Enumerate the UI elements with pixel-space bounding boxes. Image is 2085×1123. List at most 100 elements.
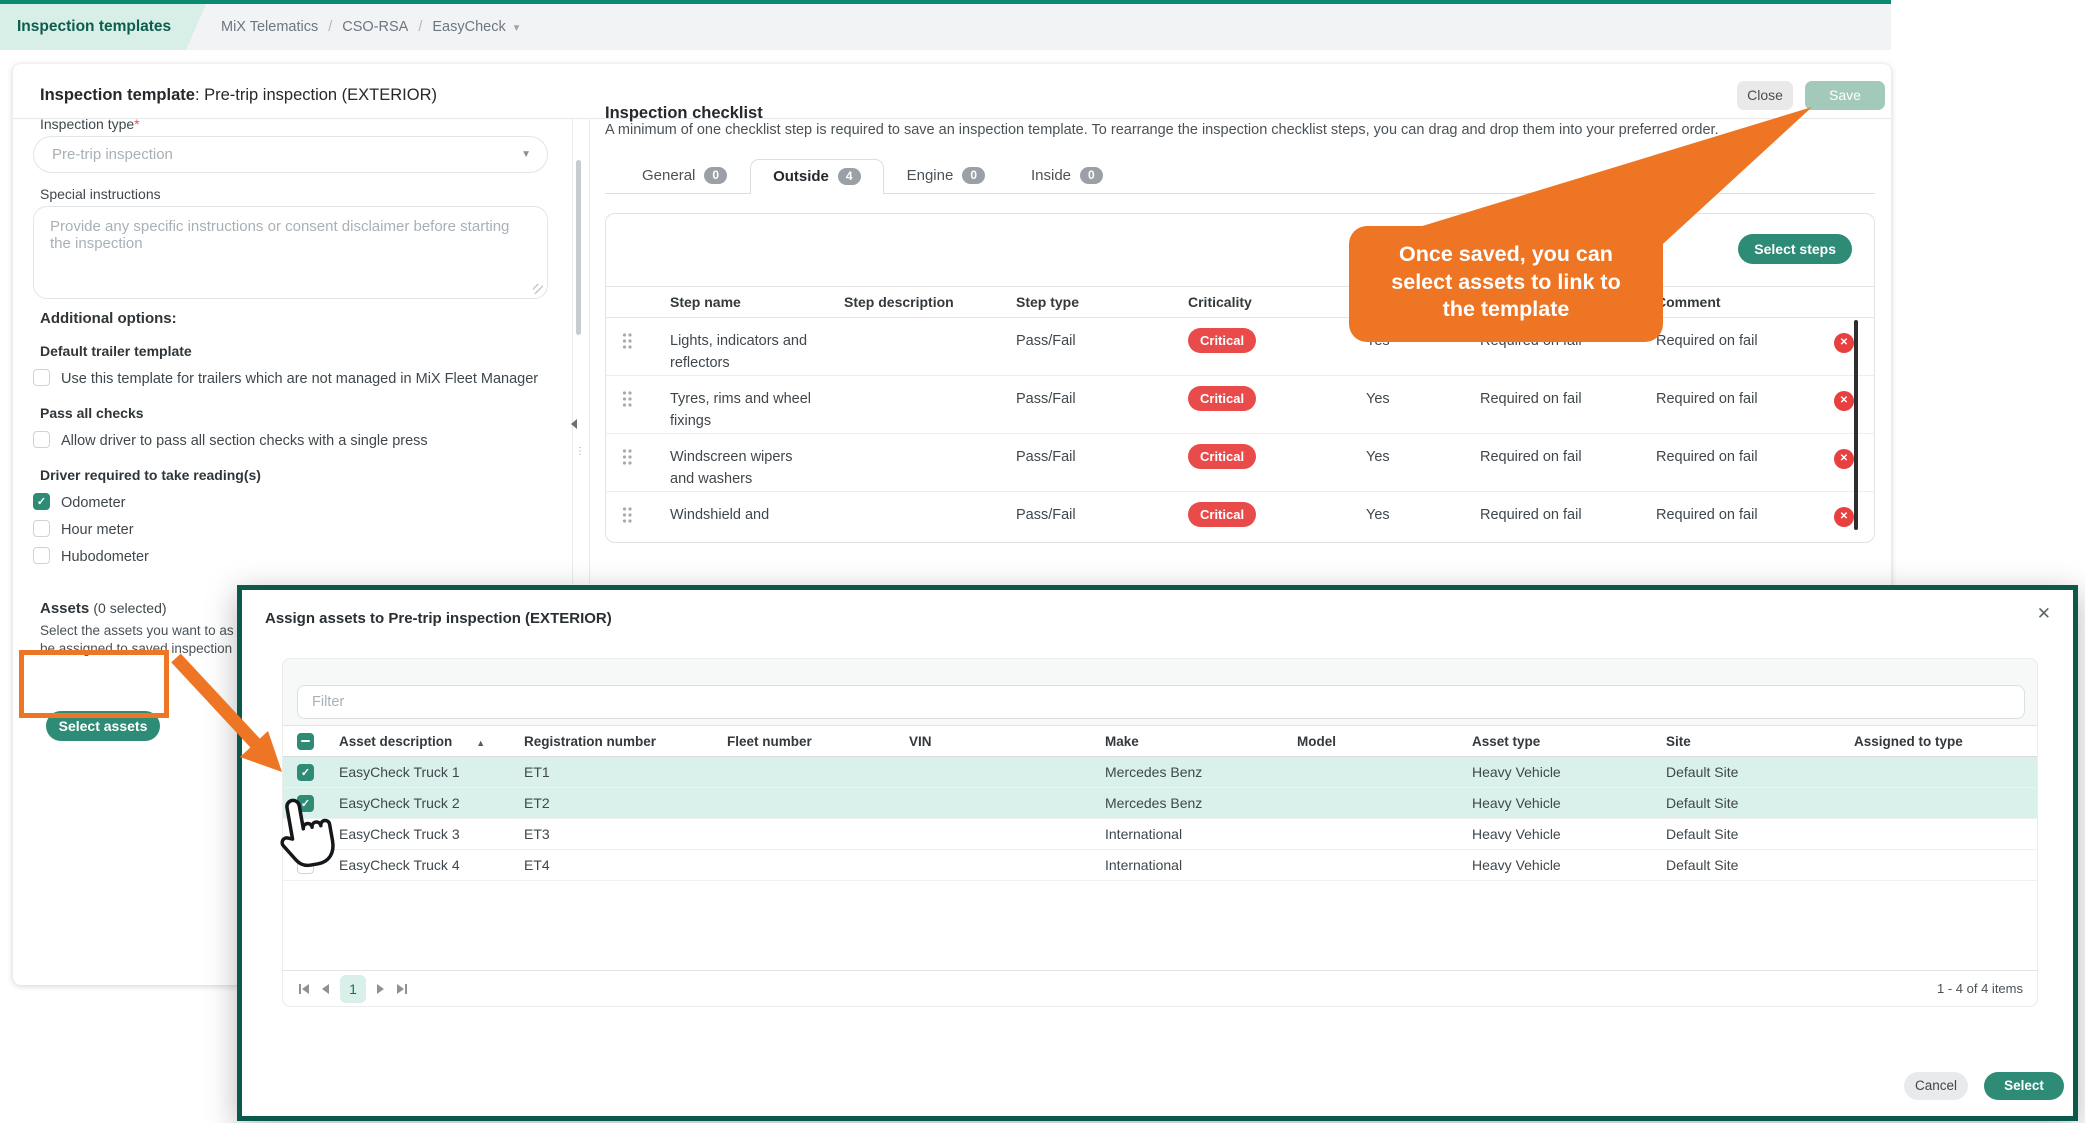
select-steps-button[interactable]: Select steps bbox=[1738, 234, 1852, 264]
checklist-heading: Inspection checklist bbox=[605, 104, 763, 123]
tab-count-badge: 4 bbox=[838, 168, 861, 185]
tab-inspection-templates[interactable]: Inspection templates bbox=[0, 4, 206, 50]
step-name-line: Windshield and bbox=[670, 504, 844, 526]
checkbox-option[interactable]: Hour meter bbox=[33, 520, 551, 540]
close-button[interactable]: Close bbox=[1737, 81, 1793, 110]
asset-row[interactable]: ✓EasyCheck Truck 1ET1Mercedes BenzHeavy … bbox=[283, 757, 2037, 788]
drag-handle-icon[interactable] bbox=[622, 504, 670, 543]
tab-label: General bbox=[642, 167, 695, 184]
comment: Required on fail bbox=[1656, 504, 1834, 543]
tab-general[interactable]: General0 bbox=[619, 158, 750, 193]
asset-cell: EasyCheck Truck 2 bbox=[339, 795, 524, 811]
step-description bbox=[844, 330, 1016, 375]
step-type: Pass/Fail bbox=[1016, 446, 1188, 491]
drag-handle-icon[interactable] bbox=[622, 446, 670, 491]
assets-selected-count: (0 selected) bbox=[93, 600, 166, 616]
mandatory: Yes bbox=[1366, 504, 1480, 543]
breadcrumb-item[interactable]: MiX Telematics bbox=[221, 19, 318, 35]
checklist-description: A minimum of one checklist step is requi… bbox=[605, 122, 1850, 138]
tab-inside[interactable]: Inside0 bbox=[1008, 158, 1126, 193]
column-header-make[interactable]: Make bbox=[1105, 734, 1297, 749]
column-header: Criticality bbox=[1188, 294, 1366, 310]
photo: Required on fail bbox=[1480, 446, 1656, 491]
checkbox-unchecked[interactable] bbox=[33, 369, 50, 386]
breadcrumb-item[interactable]: EasyCheck bbox=[432, 19, 505, 35]
asset-cell: Heavy Vehicle bbox=[1472, 764, 1666, 780]
inspection-type-value: Pre-trip inspection bbox=[52, 146, 173, 163]
table-scrollbar[interactable] bbox=[1854, 320, 1858, 530]
checkbox-option[interactable]: Use this template for trailers which are… bbox=[33, 369, 551, 389]
option-group-heading: Default trailer template bbox=[40, 343, 544, 359]
pagination-page-1[interactable]: 1 bbox=[340, 975, 366, 1003]
column-header-assigned-to-type[interactable]: Assigned to type bbox=[1854, 734, 2039, 749]
step-description bbox=[844, 388, 1016, 433]
tab-outside[interactable]: Outside4 bbox=[750, 159, 884, 194]
asset-cell: ET3 bbox=[524, 826, 727, 842]
pagination-prev-button[interactable] bbox=[320, 980, 331, 998]
checkbox-option[interactable]: ✓Odometer bbox=[33, 493, 551, 513]
column-header-vin[interactable]: VIN bbox=[909, 734, 1105, 749]
inspection-type-select[interactable]: Pre-trip inspection ▼ bbox=[33, 136, 548, 173]
asset-cell: Default Site bbox=[1666, 857, 1854, 873]
pane-drag-handle-icon[interactable]: ⋮ bbox=[575, 449, 585, 454]
delete-step-icon[interactable]: ✕ bbox=[1834, 449, 1854, 469]
pagination-last-button[interactable] bbox=[395, 980, 409, 998]
checklist-table-card: Select steps Step nameStep descriptionSt… bbox=[605, 213, 1875, 543]
pane-divider bbox=[572, 119, 573, 584]
asset-row[interactable]: EasyCheck Truck 3ET3InternationalHeavy V… bbox=[283, 819, 2037, 850]
option-group-heading: Driver required to take reading(s) bbox=[40, 467, 544, 483]
breadcrumb-separator: / bbox=[328, 19, 332, 35]
chevron-down-icon[interactable]: ▾ bbox=[514, 22, 520, 34]
select-button[interactable]: Select bbox=[1984, 1072, 2064, 1100]
select-all-checkbox[interactable] bbox=[297, 733, 314, 750]
checkbox-unchecked[interactable] bbox=[33, 547, 50, 564]
criticality-badge: Critical bbox=[1188, 444, 1256, 469]
column-header-registration-number[interactable]: Registration number bbox=[524, 734, 727, 749]
filter-input[interactable] bbox=[297, 685, 2025, 719]
criticality: Critical bbox=[1188, 504, 1366, 543]
checkbox-label: Use this template for trailers which are… bbox=[61, 369, 538, 389]
delete-step-icon[interactable]: ✕ bbox=[1834, 507, 1854, 527]
checkbox-option[interactable]: Hubodometer bbox=[33, 547, 551, 567]
inspection-type-label: Inspection type* bbox=[40, 116, 140, 132]
scrollbar-thumb[interactable] bbox=[576, 160, 581, 335]
drag-handle-icon[interactable] bbox=[622, 388, 670, 433]
close-icon[interactable]: ✕ bbox=[2037, 604, 2051, 624]
checkbox-unchecked[interactable] bbox=[33, 431, 50, 448]
required-asterisk: * bbox=[134, 116, 139, 132]
tab-engine[interactable]: Engine 0 bbox=[884, 158, 1008, 193]
column-header-fleet-number[interactable]: Fleet number bbox=[727, 734, 909, 749]
asset-cell: ET1 bbox=[524, 764, 727, 780]
criticality-badge: Critical bbox=[1188, 328, 1256, 353]
tab-count-badge: 0 bbox=[962, 167, 985, 184]
column-header-site[interactable]: Site bbox=[1666, 734, 1854, 749]
cancel-button[interactable]: Cancel bbox=[1904, 1072, 1968, 1100]
criticality-badge: Critical bbox=[1188, 502, 1256, 527]
asset-cell: ET2 bbox=[524, 795, 727, 811]
checkbox-checked[interactable]: ✓ bbox=[33, 493, 50, 510]
special-instructions-input[interactable] bbox=[33, 206, 548, 299]
pane-divider bbox=[589, 119, 590, 584]
step-name-line: Tyres, rims and wheel bbox=[670, 388, 844, 410]
pagination-first-button[interactable] bbox=[297, 980, 311, 998]
checkbox-label: Allow driver to pass all section checks … bbox=[61, 431, 428, 451]
breadcrumb-item[interactable]: CSO-RSA bbox=[342, 19, 408, 35]
column-header-asset-type[interactable]: Asset type bbox=[1472, 734, 1666, 749]
save-button[interactable]: Save bbox=[1805, 81, 1885, 110]
pagination-next-button[interactable] bbox=[375, 980, 386, 998]
asset-cell: EasyCheck Truck 1 bbox=[339, 764, 524, 780]
column-header-asset-description[interactable]: Asset description▲ bbox=[339, 734, 524, 749]
drag-handle-icon[interactable] bbox=[622, 330, 670, 375]
checkbox-checked[interactable]: ✓ bbox=[297, 764, 314, 781]
collapse-pane-icon[interactable] bbox=[571, 419, 577, 429]
step-type: Pass/Fail bbox=[1016, 504, 1188, 543]
tab-label: Engine bbox=[907, 167, 954, 184]
column-header-model[interactable]: Model bbox=[1297, 734, 1472, 749]
delete-step-icon[interactable]: ✕ bbox=[1834, 391, 1854, 411]
asset-row[interactable]: EasyCheck Truck 4ET4InternationalHeavy V… bbox=[283, 850, 2037, 881]
checkbox-option[interactable]: Allow driver to pass all section checks … bbox=[33, 431, 551, 451]
comment: Required on fail bbox=[1656, 388, 1834, 433]
checkbox-unchecked[interactable] bbox=[33, 520, 50, 537]
delete-step-icon[interactable]: ✕ bbox=[1834, 333, 1854, 353]
asset-row[interactable]: ✓EasyCheck Truck 2ET2Mercedes BenzHeavy … bbox=[283, 788, 2037, 819]
